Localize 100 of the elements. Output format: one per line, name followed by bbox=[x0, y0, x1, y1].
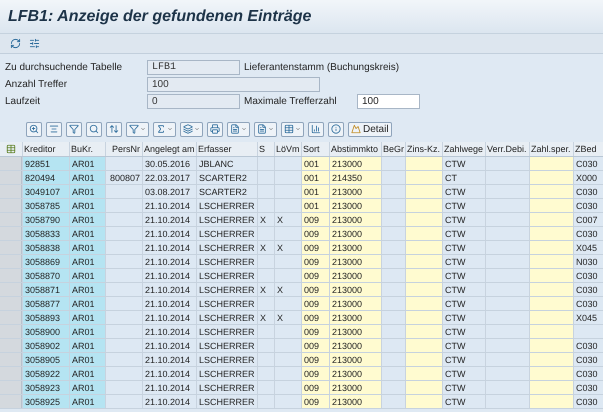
sort-icon[interactable] bbox=[106, 122, 122, 136]
table-cell: LSCHERRER bbox=[196, 339, 257, 352]
table-cell: AR01 bbox=[69, 227, 105, 240]
column-header[interactable]: Zins-Kz. bbox=[405, 142, 442, 156]
runtime-field[interactable]: 0 bbox=[147, 94, 240, 109]
filter-icon[interactable] bbox=[66, 122, 82, 136]
column-header[interactable]: PersNr bbox=[105, 142, 142, 156]
row-selector[interactable] bbox=[0, 381, 22, 394]
table-cell: 009 bbox=[301, 395, 329, 408]
row-selector[interactable] bbox=[0, 339, 22, 352]
row-selector[interactable] bbox=[0, 213, 22, 226]
table-cell: 3058833 bbox=[22, 227, 69, 240]
table-cell: LSCHERRER bbox=[196, 381, 257, 394]
table-cell: 3058922 bbox=[22, 367, 69, 380]
table-cell: 009 bbox=[301, 339, 329, 352]
table-cell: 3058893 bbox=[22, 311, 69, 324]
column-header[interactable]: Erfasser bbox=[196, 142, 257, 156]
table-cell: 820494 bbox=[22, 171, 69, 184]
print-icon[interactable] bbox=[207, 122, 223, 136]
row-selector[interactable] bbox=[0, 325, 22, 338]
table-cell: LSCHERRER bbox=[196, 241, 257, 254]
table-cell: 009 bbox=[301, 241, 329, 254]
table-cell: 001 bbox=[301, 199, 329, 212]
column-header[interactable]: BeGr bbox=[381, 142, 405, 156]
row-selector[interactable] bbox=[0, 269, 22, 282]
table-cell: 001 bbox=[301, 157, 329, 170]
column-header[interactable]: BuKr. bbox=[69, 142, 105, 156]
table-cell: LSCHERRER bbox=[196, 269, 257, 282]
column-header[interactable]: LöVm bbox=[274, 142, 301, 156]
table-cell: 213000 bbox=[329, 269, 381, 282]
zoom-icon[interactable] bbox=[26, 122, 42, 136]
table-cell: 009 bbox=[301, 367, 329, 380]
row-selector[interactable] bbox=[0, 297, 22, 310]
row-selector[interactable] bbox=[0, 353, 22, 366]
column-header[interactable]: ZBed bbox=[573, 142, 603, 156]
table-field[interactable]: LFB1 bbox=[147, 60, 240, 75]
export-icon[interactable] bbox=[254, 122, 277, 136]
detail-button[interactable]: Detail bbox=[348, 122, 392, 136]
layout-icon[interactable] bbox=[281, 122, 304, 136]
mountain-icon bbox=[351, 124, 361, 134]
align-icon[interactable] bbox=[46, 122, 62, 136]
column-header[interactable]: Abstimmkto bbox=[329, 142, 381, 156]
chart-icon[interactable] bbox=[308, 122, 324, 136]
row-selector[interactable] bbox=[0, 171, 22, 184]
row-selector[interactable] bbox=[0, 241, 22, 254]
refresh-icon[interactable] bbox=[10, 38, 21, 49]
table-cell: 213000 bbox=[329, 227, 381, 240]
table-cell: AR01 bbox=[69, 325, 105, 338]
table-cell: 213000 bbox=[329, 199, 381, 212]
filter-icon[interactable] bbox=[126, 122, 149, 136]
table-cell: 3058902 bbox=[22, 339, 69, 352]
table-cell: 3058869 bbox=[22, 255, 69, 268]
table-cell: 213000 bbox=[329, 367, 381, 380]
table-cell: 800807 bbox=[105, 171, 142, 184]
field-label: Laufzeit bbox=[5, 95, 42, 109]
row-selector[interactable] bbox=[0, 367, 22, 380]
table-cell: 009 bbox=[301, 381, 329, 394]
table-cell: LSCHERRER bbox=[196, 297, 257, 310]
document-icon[interactable] bbox=[227, 122, 250, 136]
table-cell: 213000 bbox=[329, 339, 381, 352]
search-icon[interactable] bbox=[86, 122, 102, 136]
sliders-icon[interactable] bbox=[29, 38, 40, 49]
column-header[interactable]: Zahlwege bbox=[442, 142, 485, 156]
hits-field[interactable]: 100 bbox=[147, 77, 320, 92]
info-icon[interactable] bbox=[328, 122, 344, 136]
table-cell: 001 bbox=[301, 171, 329, 184]
table-cell: 213000 bbox=[329, 213, 381, 226]
table-cell: AR01 bbox=[69, 381, 105, 394]
table-cell: LSCHERRER bbox=[196, 255, 257, 268]
row-selector[interactable] bbox=[0, 311, 22, 324]
column-header[interactable]: Angelegt am bbox=[142, 142, 196, 156]
table-cell: 213000 bbox=[329, 283, 381, 296]
row-selector[interactable] bbox=[0, 227, 22, 240]
table-cell: AR01 bbox=[69, 157, 105, 170]
table-cell: AR01 bbox=[69, 367, 105, 380]
table-cell: 213000 bbox=[329, 311, 381, 324]
field-label: Zu durchsuchende Tabelle bbox=[5, 61, 124, 75]
row-selector[interactable] bbox=[0, 199, 22, 212]
row-selector[interactable] bbox=[0, 255, 22, 268]
table-cell: 009 bbox=[301, 255, 329, 268]
table-cell: 213000 bbox=[329, 381, 381, 394]
column-header[interactable]: Zahl.sper. bbox=[529, 142, 573, 156]
table-cell: LSCHERRER bbox=[196, 213, 257, 226]
table-cell: LSCHERRER bbox=[196, 227, 257, 240]
column-header[interactable]: S bbox=[257, 142, 274, 156]
row-selector[interactable] bbox=[0, 185, 22, 198]
column-header[interactable]: Kreditor bbox=[22, 142, 69, 156]
column-header[interactable]: Sort bbox=[301, 142, 329, 156]
table-cell: 213000 bbox=[329, 185, 381, 198]
table-cell: AR01 bbox=[69, 339, 105, 352]
row-selector[interactable] bbox=[0, 283, 22, 296]
table-cell: LSCHERRER bbox=[196, 353, 257, 366]
table-cell: 3058870 bbox=[22, 269, 69, 282]
table-description: Lieferantenstamm (Buchungskreis) bbox=[244, 61, 400, 75]
max-hits-field[interactable]: 100 bbox=[357, 94, 420, 109]
subtotal-icon[interactable] bbox=[180, 122, 203, 136]
column-header[interactable]: Verr.Debi. bbox=[485, 142, 529, 156]
row-selector[interactable] bbox=[0, 395, 22, 408]
table-cell: AR01 bbox=[69, 241, 105, 254]
sum-icon[interactable] bbox=[153, 122, 176, 136]
